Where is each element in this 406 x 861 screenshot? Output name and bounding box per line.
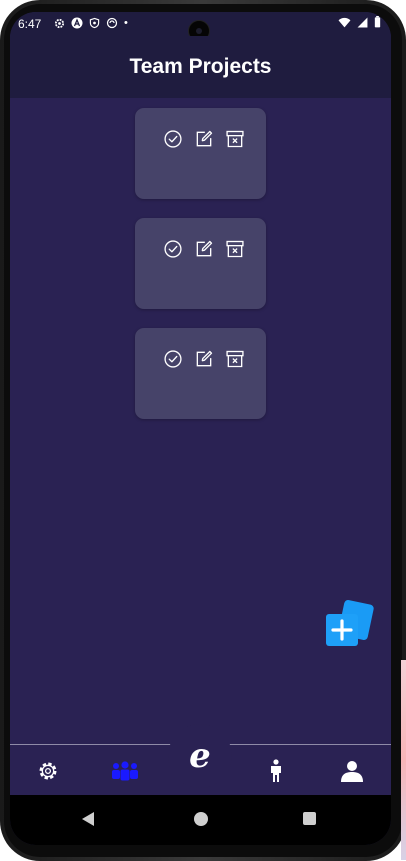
app-screen: 6:47 • Team Projects e	[10, 12, 391, 845]
nav-team[interactable]	[108, 759, 142, 783]
team-icon	[112, 761, 138, 781]
archive-x-icon[interactable]	[225, 239, 245, 259]
edit-icon[interactable]	[194, 349, 214, 369]
archive-x-icon[interactable]	[225, 349, 245, 369]
project-card[interactable]	[135, 218, 266, 309]
nav-settings[interactable]	[34, 759, 62, 783]
signal-icon	[357, 17, 368, 27]
project-card[interactable]	[135, 328, 266, 419]
background-edge	[401, 660, 406, 860]
archive-x-icon[interactable]	[225, 129, 245, 149]
add-project-button[interactable]	[324, 600, 374, 650]
page-title: Team Projects	[129, 55, 272, 78]
app-header: Team Projects	[10, 36, 391, 98]
nav-person[interactable]	[262, 759, 290, 783]
check-circle-icon[interactable]	[163, 129, 183, 149]
card-actions	[163, 239, 245, 259]
wifi-icon	[338, 17, 351, 27]
back-icon[interactable]	[81, 811, 95, 827]
check-circle-icon[interactable]	[163, 349, 183, 369]
project-card[interactable]	[135, 108, 266, 199]
status-right	[338, 16, 381, 28]
shield-status-icon	[89, 17, 100, 29]
recents-icon[interactable]	[302, 811, 317, 826]
battery-icon	[374, 16, 381, 28]
center-home-button[interactable]: e	[168, 724, 232, 788]
card-actions	[163, 349, 245, 369]
gear-status-icon	[54, 18, 65, 28]
person-standing-icon	[271, 759, 281, 782]
nav-profile[interactable]	[338, 759, 366, 783]
home-icon[interactable]	[193, 811, 209, 827]
sync-status-icon	[106, 17, 118, 29]
profile-icon	[341, 761, 363, 782]
browser-e-icon: e	[189, 736, 211, 776]
check-circle-icon[interactable]	[163, 239, 183, 259]
settings-icon	[39, 762, 57, 780]
card-actions	[163, 129, 245, 149]
status-icons: •	[54, 16, 128, 30]
device-frame: 6:47 • Team Projects e	[0, 0, 406, 861]
app-a-status-icon	[71, 17, 83, 29]
project-list	[135, 108, 266, 438]
status-dot: •	[124, 17, 128, 29]
edit-icon[interactable]	[194, 129, 214, 149]
status-time: 6:47	[18, 17, 42, 31]
edit-icon[interactable]	[194, 239, 214, 259]
system-navigation-bar	[10, 795, 391, 845]
